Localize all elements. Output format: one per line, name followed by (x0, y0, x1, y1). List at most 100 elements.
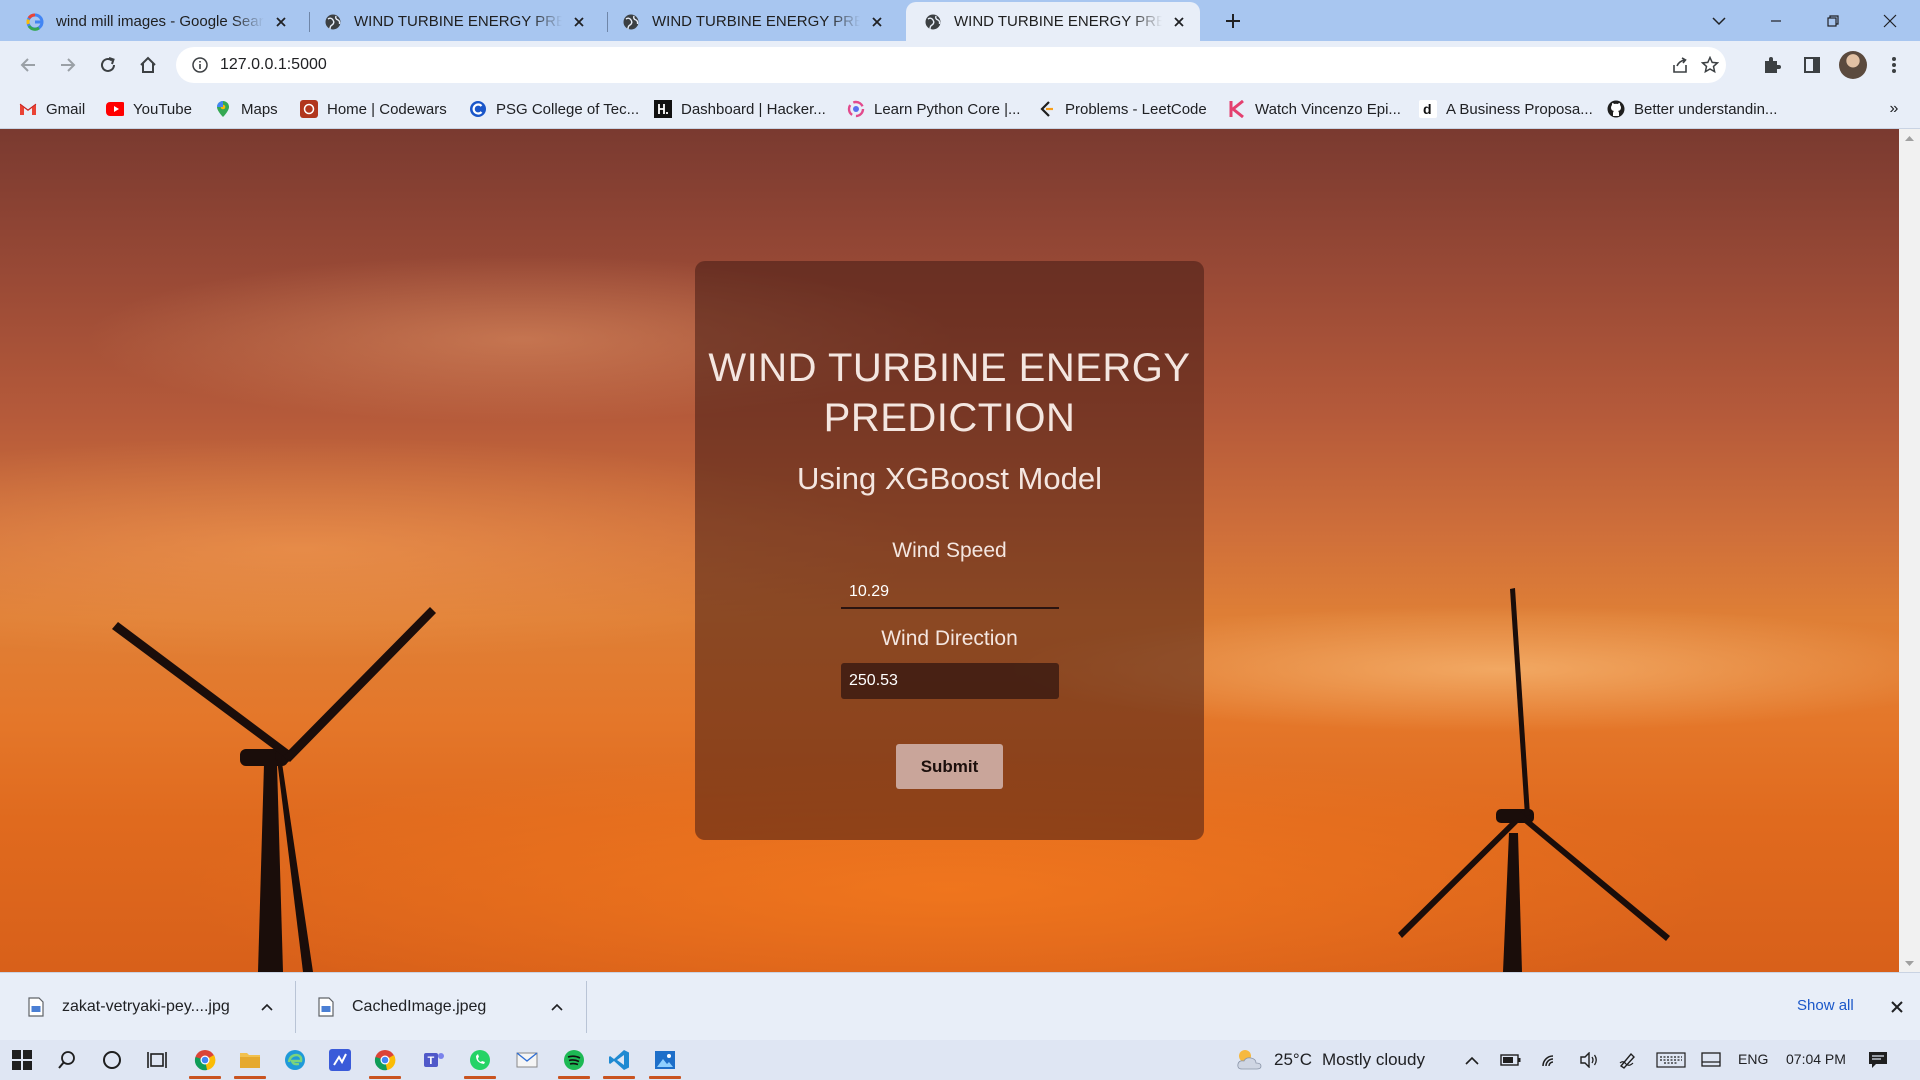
info-icon[interactable] (182, 47, 218, 83)
clock[interactable]: 07:04 PM (1786, 1051, 1846, 1067)
globe-icon (622, 13, 640, 31)
download-item[interactable]: zakat-vetryaki-pey....jpg (28, 973, 230, 1041)
task-view-button[interactable] (135, 1040, 179, 1080)
wifi-icon[interactable] (1540, 1049, 1562, 1071)
search-button[interactable] (45, 1040, 89, 1080)
close-icon[interactable] (1887, 997, 1907, 1017)
extensions-button[interactable] (1756, 49, 1788, 81)
screen-icon[interactable] (1700, 1049, 1722, 1071)
tab-search-button[interactable] (1694, 0, 1744, 41)
back-button[interactable] (12, 49, 44, 81)
close-icon[interactable] (570, 13, 588, 31)
reload-icon (101, 57, 115, 72)
home-button[interactable] (132, 49, 164, 81)
scroll-up-icon[interactable] (1899, 129, 1920, 146)
pen-input-icon[interactable] (1617, 1049, 1639, 1071)
chevron-up-icon[interactable] (547, 997, 567, 1017)
minimize-button[interactable] (1751, 0, 1801, 41)
bookmark-hackerrank[interactable]: Dashboard | Hacker... (654, 97, 826, 121)
tab-wind-prediction-2[interactable]: WIND TURBINE ENERGY PREDICTION (604, 2, 898, 41)
tab-wind-prediction-1[interactable]: WIND TURBINE ENERGY PREDICTION (306, 2, 600, 41)
download-item[interactable]: CachedImage.jpeg (318, 973, 486, 1041)
chevron-up-icon[interactable] (257, 997, 277, 1017)
weather-widget[interactable]: 25°C Mostly cloudy (1234, 1040, 1425, 1080)
windows-logo-icon (12, 1050, 32, 1070)
share-icon[interactable] (1664, 49, 1696, 81)
edge-icon (285, 1050, 305, 1070)
language-indicator[interactable]: ENG (1738, 1051, 1768, 1067)
url-text: 127.0.0.1:5000 (220, 56, 327, 73)
profile-avatar[interactable] (1839, 51, 1867, 79)
bookmark-learn-python[interactable]: Learn Python Core |... (847, 97, 1020, 121)
wind-direction-input[interactable] (841, 663, 1059, 699)
tab-title: WIND TURBINE ENERGY PREDICTION (354, 13, 562, 30)
cortana-button[interactable] (90, 1040, 134, 1080)
bookmark-maps[interactable]: Maps (214, 97, 278, 121)
notifications-icon[interactable] (1867, 1049, 1889, 1071)
taskbar-mail[interactable] (505, 1040, 549, 1080)
bookmark-gmail[interactable]: Gmail (19, 97, 85, 121)
kdrama-icon (1228, 100, 1246, 118)
wind-direction-label: Wind Direction (881, 627, 1018, 650)
taskbar-teams[interactable]: T (412, 1040, 456, 1080)
minimize-icon (1771, 19, 1781, 22)
bookmark-vincenzo[interactable]: Watch Vincenzo Epi... (1228, 97, 1401, 121)
bookmarks-overflow-button[interactable]: » (1882, 97, 1906, 121)
bookmark-star-icon[interactable] (1694, 49, 1726, 81)
touch-keyboard-icon[interactable] (1655, 1049, 1687, 1071)
search-icon (58, 1051, 75, 1069)
taskbar-edge[interactable] (273, 1040, 317, 1080)
reload-button[interactable] (92, 49, 124, 81)
python-course-icon (847, 100, 865, 118)
taskbar-file-explorer[interactable] (228, 1040, 272, 1080)
bookmark-youtube[interactable]: YouTube (106, 97, 192, 121)
show-all-link[interactable]: Show all (1797, 997, 1854, 1014)
close-icon[interactable] (1170, 13, 1188, 31)
taskbar-spotify[interactable] (552, 1040, 596, 1080)
taskbar-photos[interactable] (643, 1040, 687, 1080)
download-filename: CachedImage.jpeg (352, 998, 487, 1015)
forward-button[interactable] (52, 49, 84, 81)
download-shelf: zakat-vetryaki-pey....jpg CachedImage.jp… (0, 972, 1920, 1040)
globe-icon (324, 13, 342, 31)
bookmark-psg[interactable]: PSG College of Tec... (469, 97, 639, 121)
wind-speed-input[interactable] (841, 577, 1059, 609)
menu-button[interactable] (1878, 49, 1910, 81)
close-icon[interactable] (868, 13, 886, 31)
wind-speed-label: Wind Speed (892, 539, 1007, 562)
restore-button[interactable] (1808, 0, 1858, 41)
tab-google-search[interactable]: wind mill images - Google Search (8, 2, 302, 41)
scroll-down-icon[interactable] (1899, 955, 1920, 972)
new-tab-button[interactable] (1220, 8, 1246, 34)
bookmark-leetcode[interactable]: Problems - LeetCode (1038, 97, 1207, 121)
arrow-right-icon (61, 58, 76, 72)
side-panel-button[interactable] (1796, 49, 1828, 81)
close-window-button[interactable] (1865, 0, 1915, 41)
start-button[interactable] (0, 1040, 44, 1080)
chrome-icon (194, 1050, 216, 1071)
tab-wind-prediction-active[interactable]: WIND TURBINE ENERGY PREDICTION (906, 2, 1200, 41)
taskbar-pen-app[interactable] (318, 1040, 362, 1080)
hackerrank-icon (654, 100, 672, 118)
taskbar-chrome[interactable] (183, 1040, 227, 1080)
task-view-icon (147, 1052, 167, 1068)
page-scrollbar[interactable] (1899, 129, 1920, 972)
close-icon[interactable] (272, 13, 290, 31)
bookmark-business-proposal[interactable]: d A Business Proposa... (1419, 97, 1593, 121)
partly-cloudy-icon (1237, 1050, 1262, 1070)
taskbar-whatsapp[interactable] (458, 1040, 502, 1080)
teams-icon: T (424, 1053, 444, 1067)
bookmark-codewars[interactable]: Home | Codewars (300, 97, 447, 121)
chevron-up-icon[interactable] (1461, 1049, 1483, 1071)
taskbar-vscode[interactable] (597, 1040, 641, 1080)
bookmark-github[interactable]: Better understandin... (1607, 97, 1777, 121)
address-bar[interactable]: 127.0.0.1:5000 (176, 47, 1726, 83)
submit-button[interactable]: Submit (896, 744, 1003, 789)
whatsapp-icon (470, 1050, 490, 1070)
page-viewport: WIND TURBINE ENERGY PREDICTION Using XGB… (0, 129, 1899, 972)
d-icon: d (1419, 100, 1437, 118)
vscode-icon (609, 1050, 629, 1070)
speaker-icon[interactable] (1578, 1049, 1600, 1071)
battery-icon[interactable] (1500, 1049, 1522, 1071)
taskbar-chrome-profile[interactable] (363, 1040, 407, 1080)
